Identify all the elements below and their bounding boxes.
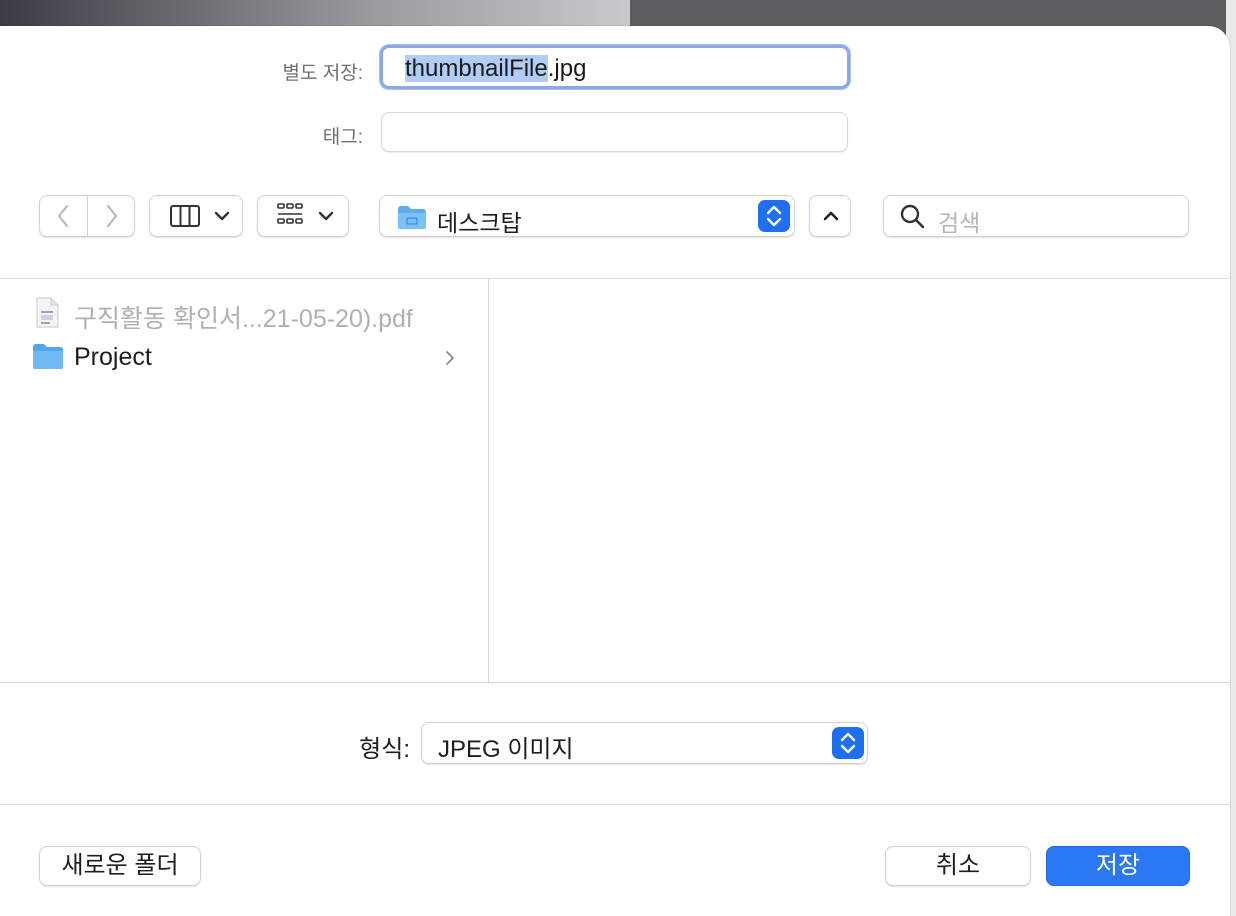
save-button[interactable]: 저장: [1046, 846, 1190, 886]
new-folder-button[interactable]: 새로운 폴더: [39, 846, 201, 886]
format-stepper: [832, 727, 864, 759]
pdf-document-icon: [36, 297, 59, 328]
nav-buttons: [39, 195, 135, 237]
save-dialog: 별도 저장: thumbnailFile.jpg 태그: 데스크탑 검색 구직활…: [0, 26, 1230, 916]
up-down-chevron-icon: [766, 205, 782, 227]
chevron-right-icon: [106, 204, 118, 228]
group-view-button[interactable]: [257, 195, 349, 237]
file-name: 구직활동 확인서...21-05-20).pdf: [74, 305, 413, 333]
search-field[interactable]: 검색: [883, 195, 1189, 237]
chevron-left-icon: [57, 204, 69, 228]
column-divider[interactable]: [488, 279, 489, 683]
file-row-pdf: 구직활동 확인서...21-05-20).pdf: [0, 293, 488, 333]
collapse-button[interactable]: [809, 195, 851, 237]
browser-bottom-divider: [0, 682, 1230, 683]
grid-icon: [277, 203, 334, 224]
folder-name: Project: [74, 343, 152, 371]
filename-text: thumbnailFile.jpg: [405, 55, 586, 83]
chevron-right-icon: [446, 351, 454, 365]
column-view-button[interactable]: [149, 195, 243, 237]
format-value: JPEG 이미지: [438, 736, 574, 763]
file-row-folder[interactable]: Project: [0, 337, 488, 377]
forward-button[interactable]: [88, 196, 135, 236]
up-down-chevron-icon: [840, 732, 856, 754]
chevron-down-icon: [214, 211, 230, 221]
location-stepper: [758, 200, 790, 232]
format-label: 형식:: [359, 736, 410, 763]
search-icon: [900, 204, 925, 229]
toolbar-divider: [0, 278, 1230, 279]
format-bottom-divider: [0, 804, 1230, 805]
filename-selection: thumbnailFile: [405, 55, 548, 82]
search-placeholder: 검색: [938, 210, 981, 236]
back-button[interactable]: [40, 196, 87, 236]
format-popup[interactable]: JPEG 이미지: [421, 722, 868, 764]
filename-extension: .jpg: [547, 55, 587, 82]
location-popup[interactable]: 데스크탑: [379, 195, 795, 237]
folder-icon: [398, 206, 426, 229]
filename-input[interactable]: thumbnailFile.jpg: [380, 45, 850, 89]
tags-label: 태그:: [322, 127, 363, 148]
tags-input[interactable]: [381, 112, 848, 152]
save-as-label: 별도 저장:: [282, 63, 363, 84]
location-label: 데스크탑: [437, 210, 522, 236]
cancel-button[interactable]: 취소: [885, 846, 1031, 886]
folder-icon: [33, 344, 63, 369]
columns-icon: [170, 205, 230, 227]
chevron-up-icon: [823, 211, 839, 221]
